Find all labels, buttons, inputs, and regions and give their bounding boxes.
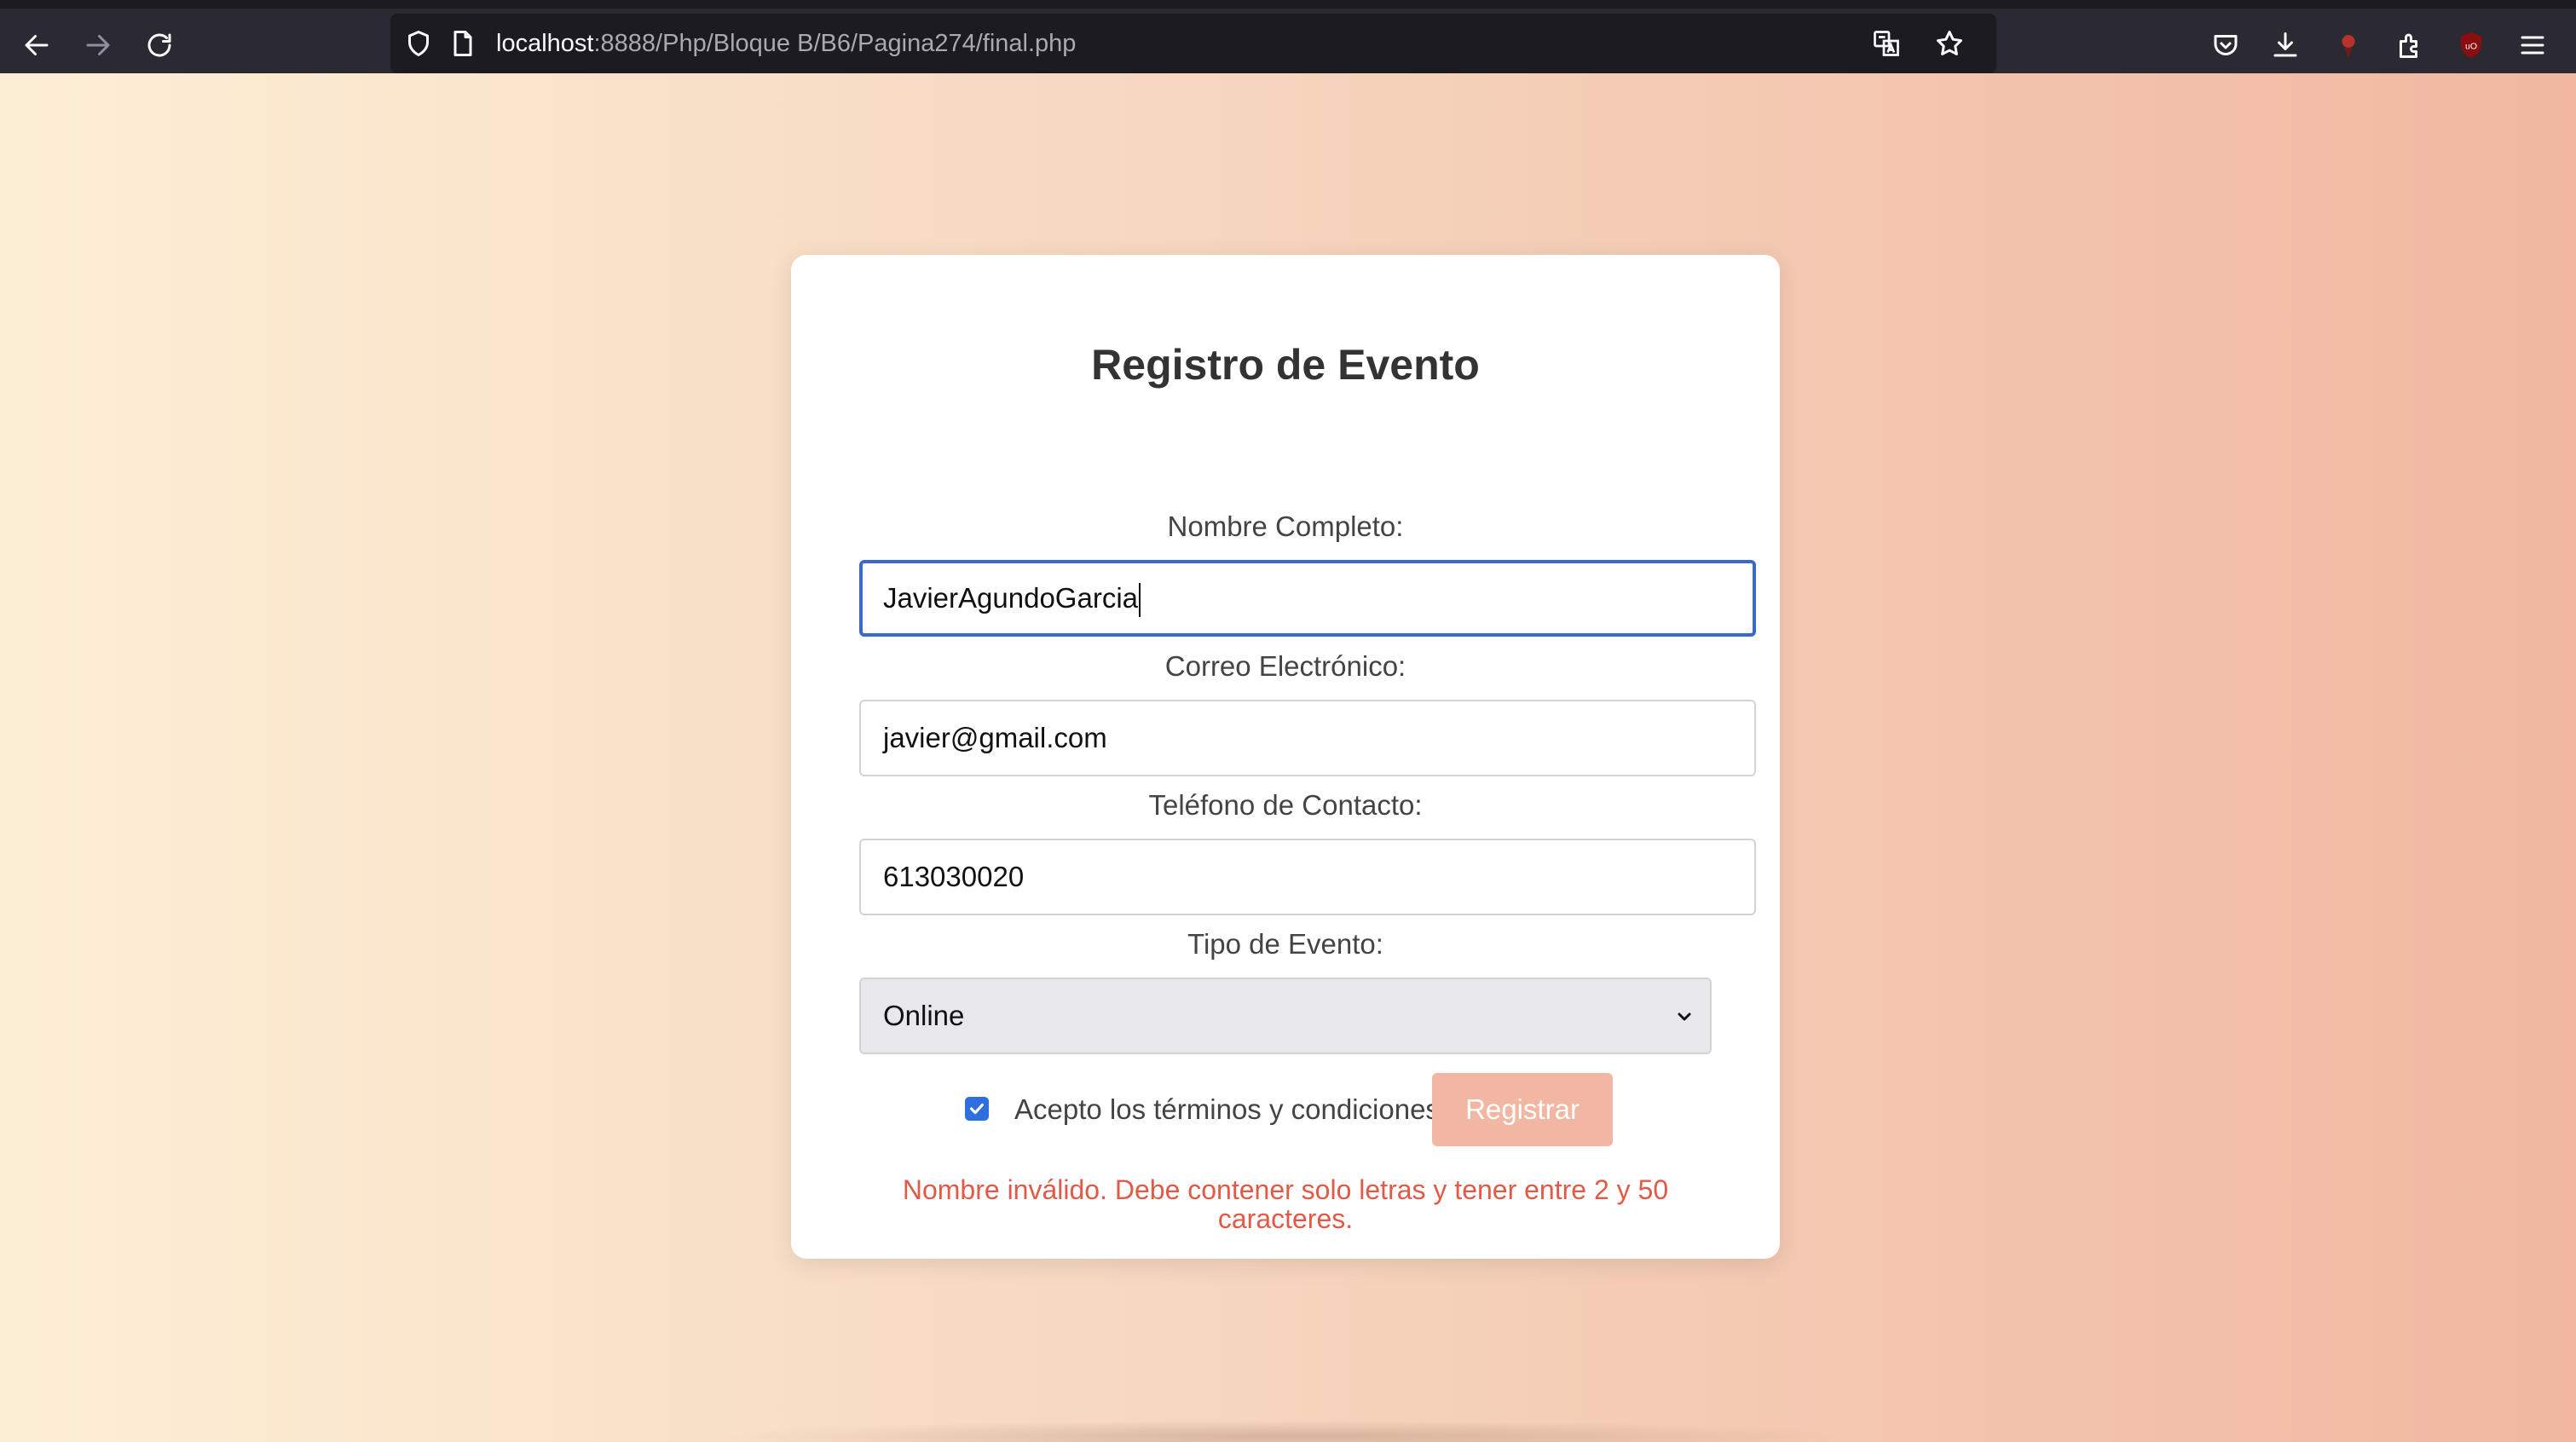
text-caret xyxy=(1139,583,1141,618)
error-message: Nombre inválido. Debe contener solo letr… xyxy=(902,1174,1669,1234)
registration-card: Registro de Evento Nombre Completo: Javi… xyxy=(791,255,1780,1259)
terms-checkbox[interactable] xyxy=(965,1097,989,1121)
terms-label[interactable]: Acepto los términos y condiciones xyxy=(1014,1093,1440,1126)
menu-icon[interactable] xyxy=(2504,17,2561,73)
name-value: JavierAgundoGarcia xyxy=(883,582,1138,614)
page-icon[interactable] xyxy=(435,15,491,72)
download-icon[interactable] xyxy=(2257,17,2313,73)
url-host: localhost xyxy=(496,30,594,57)
bottom-shadow xyxy=(716,1420,1858,1442)
phone-label: Teléfono de Contacto: xyxy=(1148,789,1423,821)
email-input[interactable]: javier@gmail.com xyxy=(859,700,1756,776)
event-type-value: Online xyxy=(883,1000,965,1031)
forward-icon[interactable] xyxy=(70,17,126,73)
event-type-select[interactable]: Online xyxy=(859,978,1712,1054)
url-text[interactable]: localhost:8888/Php/Bloque B/B6/Pagina274… xyxy=(496,14,1076,73)
ublock-icon[interactable]: uO xyxy=(2443,17,2499,73)
extensions-icon[interactable] xyxy=(2382,17,2438,73)
page-background: Registro de Evento Nombre Completo: Javi… xyxy=(0,73,2576,1442)
email-label: Correo Electrónico: xyxy=(1164,650,1406,682)
reload-icon[interactable] xyxy=(131,17,188,73)
url-bar[interactable]: localhost:8888/Php/Bloque B/B6/Pagina274… xyxy=(390,14,1996,73)
name-input[interactable]: JavierAgundoGarcia xyxy=(859,560,1756,637)
url-path: :8888/Php/Bloque B/B6/Pagina274/final.ph… xyxy=(593,30,1077,57)
profile-icon[interactable] xyxy=(2320,17,2377,73)
svg-text:uO: uO xyxy=(2465,42,2477,52)
star-icon[interactable] xyxy=(1921,15,1978,72)
checkmark-icon xyxy=(969,1103,985,1115)
pocket-icon[interactable] xyxy=(2198,17,2254,73)
name-label: Nombre Completo: xyxy=(1167,510,1404,542)
browser-toolbar: localhost:8888/Php/Bloque B/B6/Pagina274… xyxy=(0,0,2576,73)
phone-input[interactable]: 613030020 xyxy=(859,839,1756,915)
page-title: Registro de Evento xyxy=(1091,341,1480,389)
register-button[interactable]: Registrar xyxy=(1432,1073,1613,1146)
translate-icon[interactable] xyxy=(1858,15,1915,72)
back-icon[interactable] xyxy=(9,17,65,73)
event-type-label: Tipo de Evento: xyxy=(1187,928,1383,960)
chevron-down-icon xyxy=(1678,1012,1691,1021)
